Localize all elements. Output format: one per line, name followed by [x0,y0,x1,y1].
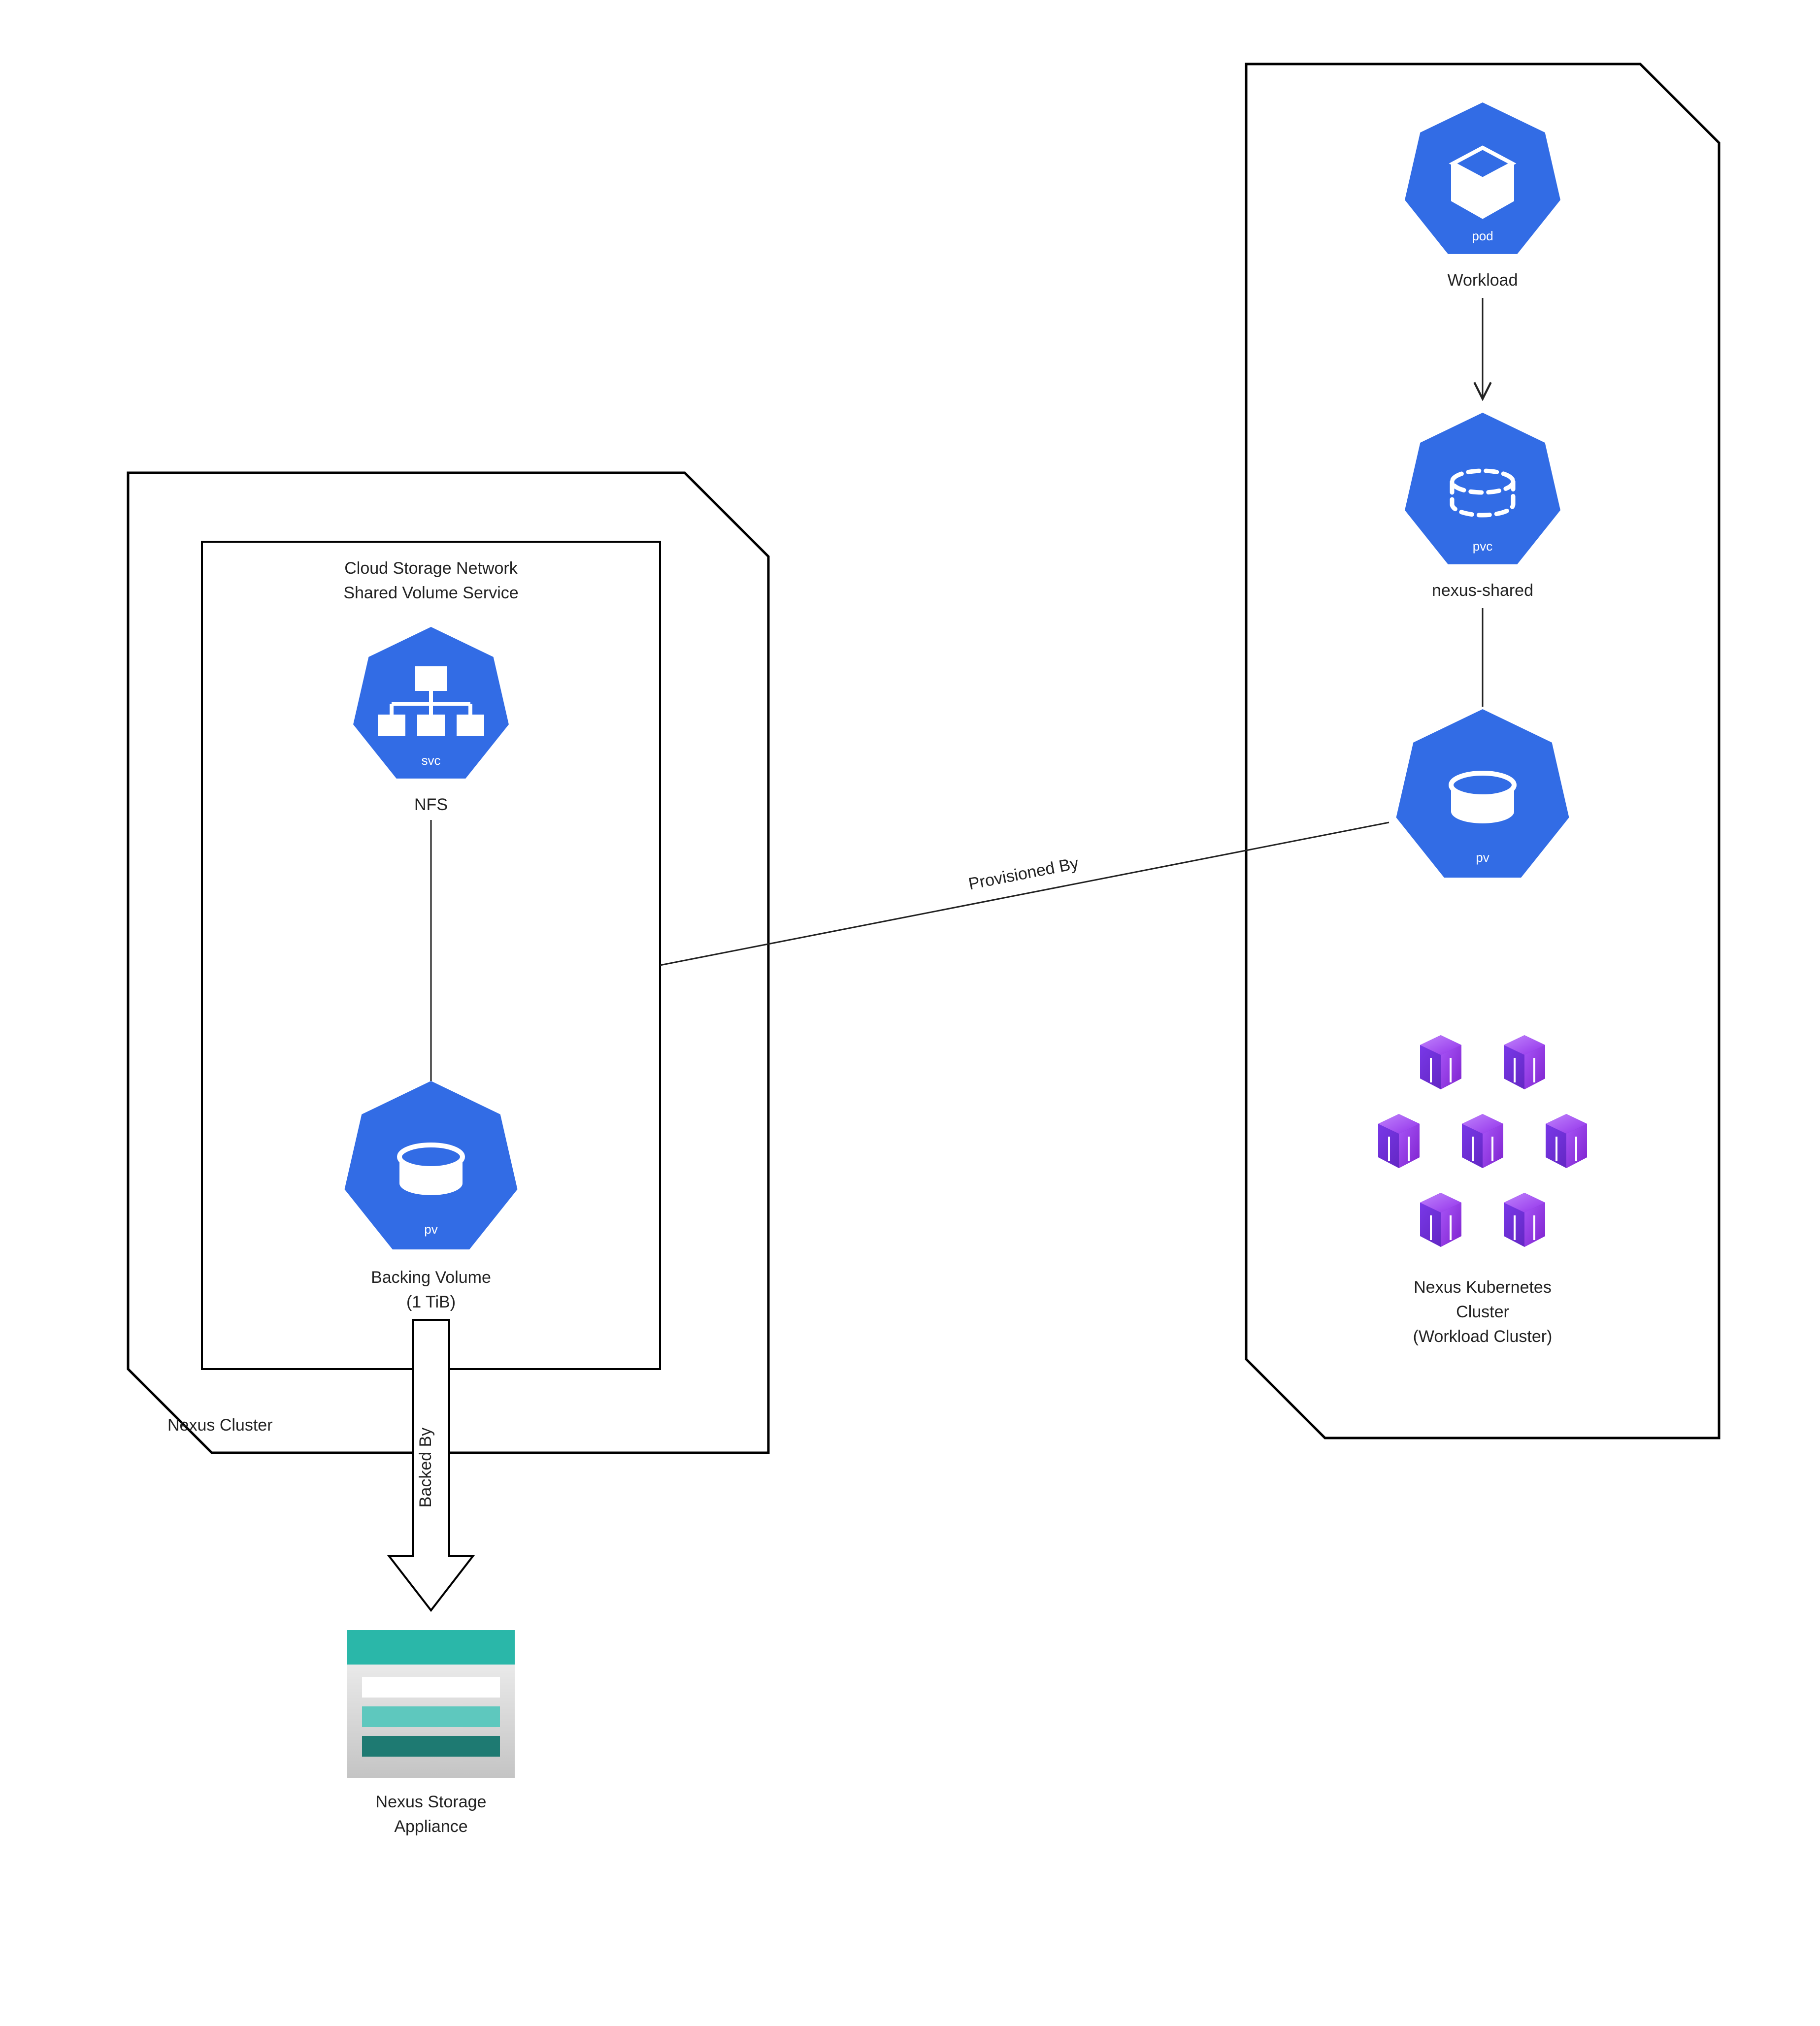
architecture-diagram: Nexus Cluster Cloud Storage Network Shar… [0,0,1820,2026]
workload-pv-badge: pv [1476,850,1489,865]
service-title-line2: Shared Volume Service [343,584,518,602]
pvc-badge: pvc [1473,539,1492,554]
provisioned-by-label: Provisioned By [967,854,1080,894]
backed-by-label: Backed By [416,1428,435,1508]
storage-appliance-icon [347,1630,515,1778]
service-title-line1: Cloud Storage Network [344,559,518,578]
storage-label-l1: Nexus Storage [376,1793,487,1811]
svc-badge: svc [422,753,441,768]
workload-cluster-footer-l2: Cluster [1456,1303,1509,1321]
pod-badge: pod [1472,229,1493,243]
backed-by-arrow: Backed By [389,1320,473,1610]
pvc-label: nexus-shared [1432,581,1533,600]
pvc-icon: pvc [1405,413,1560,564]
workload-cluster-footer-l1: Nexus Kubernetes [1414,1278,1552,1297]
k8s-nodes-icon [1378,1035,1587,1247]
shared-volume-service-box: Cloud Storage Network Shared Volume Serv… [202,542,660,1369]
workload-cluster-footer-l3: (Workload Cluster) [1413,1327,1553,1346]
workload-cluster-container: pod Workload pvc nexus-shared [1246,64,1719,1438]
pod-label: Workload [1448,271,1518,290]
workload-pv-icon: pv [1396,709,1569,878]
svc-label: NFS [414,795,448,814]
backing-pv-badge: pv [424,1222,437,1237]
nexus-cluster-title: Nexus Cluster [167,1416,273,1435]
backing-pv-label-l1: Backing Volume [371,1268,491,1287]
storage-label-l2: Appliance [394,1817,467,1836]
backing-pv-icon: pv [345,1081,518,1249]
svc-icon: svc [353,627,509,779]
backing-pv-label-l2: (1 TiB) [406,1293,456,1311]
pod-icon: pod [1405,102,1560,254]
